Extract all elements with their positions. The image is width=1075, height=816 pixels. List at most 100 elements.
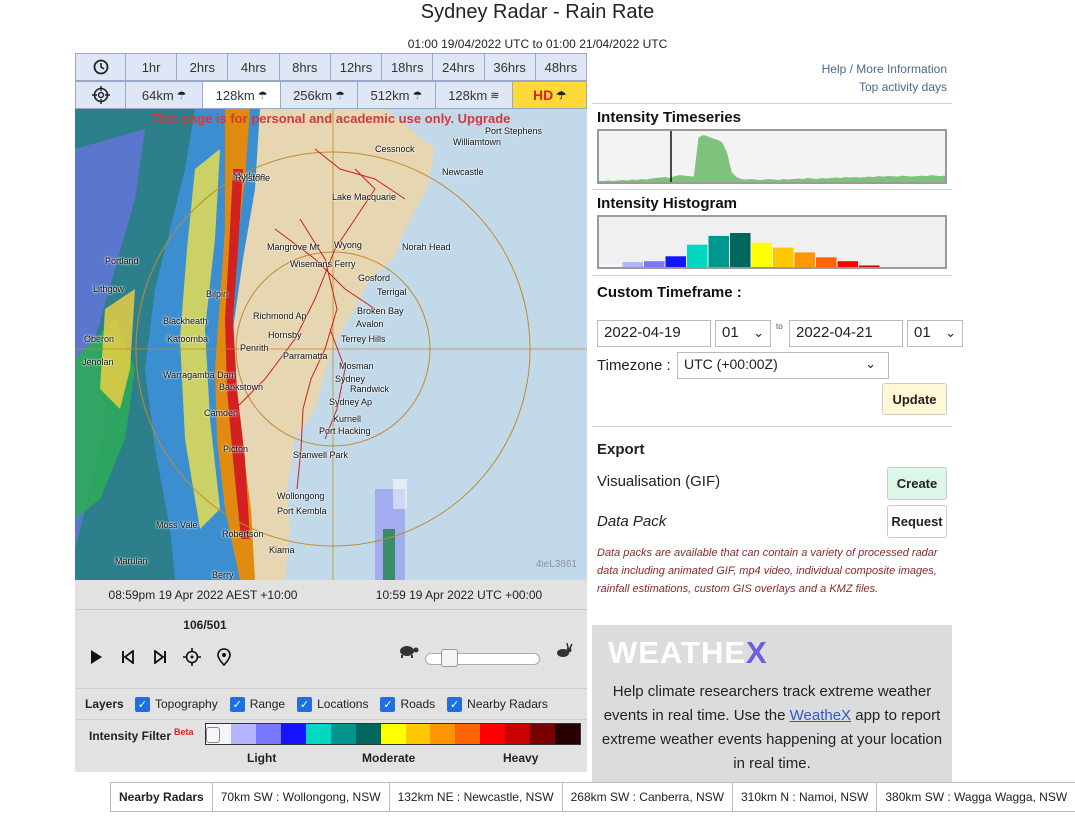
radar-map[interactable]: This page is for personal and academic u… — [75, 109, 587, 580]
logo-text: WEATHE — [608, 635, 747, 670]
map-place-label: Broken Bay — [357, 306, 404, 316]
timezone-label: Timezone : — [597, 357, 671, 374]
map-place-label: Randwick — [350, 384, 390, 394]
play-icon[interactable] — [83, 644, 109, 670]
intensity-color-bar[interactable] — [205, 723, 581, 745]
request-button[interactable]: Request — [887, 505, 947, 538]
crosshair-icon[interactable] — [179, 644, 205, 670]
map-place-label: Terrigal — [377, 287, 407, 297]
time-button-48hrs[interactable]: 48hrs — [536, 54, 586, 80]
layer-nearby-radars[interactable]: ✓ Nearby Radars — [447, 696, 548, 712]
histogram-bar — [794, 252, 815, 267]
histogram-bar — [601, 264, 622, 267]
speed-slider-handle[interactable] — [441, 649, 458, 667]
from-date-input[interactable]: 2022-04-19 — [597, 320, 711, 347]
range-buttons: 64km ☂ 128km ☂ 256km ☂ 512km ☂ 128km ≋ HD ☂ — [75, 81, 587, 109]
layers-label: Layers — [85, 697, 124, 711]
location-pin-icon[interactable] — [211, 644, 237, 670]
map-place-label: Blackheath — [163, 316, 208, 326]
update-button[interactable]: Update — [882, 383, 947, 415]
checkbox-checked-icon[interactable]: ✓ — [135, 696, 150, 712]
to-date-input[interactable]: 2022-04-21 — [789, 320, 903, 347]
intensity-timeseries-chart[interactable] — [597, 129, 947, 184]
histogram-graphic — [601, 233, 880, 267]
weathex-ad[interactable]: WEATHEX Help climate researchers track e… — [592, 625, 952, 782]
filter-color-swatch — [405, 724, 431, 744]
weathex-link[interactable]: WeatheX — [790, 707, 851, 724]
local-time: 08:59pm 19 Apr 2022 AEST +10:00 — [108, 587, 298, 602]
divider — [592, 103, 952, 104]
beta-badge: Beta — [174, 727, 194, 737]
map-place-label: Terrey Hills — [341, 334, 386, 344]
map-place-label: Moss Vale — [156, 520, 198, 530]
histogram-bar — [665, 256, 686, 267]
time-button-36hrs[interactable]: 36hrs — [485, 54, 536, 80]
usage-notice[interactable]: This page is for personal and academic u… — [75, 111, 587, 126]
checkbox-checked-icon[interactable]: ✓ — [297, 696, 313, 712]
hd-button[interactable]: HD ☂ — [513, 82, 587, 108]
layer-roads[interactable]: ✓ Roads — [380, 696, 436, 712]
layer-label: Range — [249, 697, 286, 711]
layer-topography[interactable]: ✓ Topography — [135, 696, 218, 712]
help-link[interactable]: Help / More Information — [822, 60, 947, 78]
data-pack-label: Data Pack — [597, 513, 667, 530]
histogram-bar — [730, 233, 751, 267]
to-hour-select[interactable]: 01 ⌄ — [907, 320, 963, 347]
map-place-label: Gosford — [358, 273, 391, 283]
step-back-icon[interactable] — [115, 644, 141, 670]
map-place-label: Lake Macquarie — [332, 192, 397, 202]
top-activity-link[interactable]: Top activity days — [822, 78, 947, 96]
scale-moderate: Moderate — [362, 751, 416, 765]
time-button-1hr[interactable]: 1hr — [126, 54, 178, 80]
data-pack-note: Data packs are available that can contai… — [597, 547, 938, 595]
filter-color-swatch — [455, 724, 481, 744]
time-button-12hrs[interactable]: 12hrs — [331, 54, 383, 80]
filter-color-swatch — [230, 724, 256, 744]
radar-panel: 1hr 2hrs 4hrs 8hrs 12hrs 18hrs 24hrs 36h… — [75, 53, 587, 772]
range-button-128km[interactable]: 128km ☂ — [203, 82, 281, 108]
nearby-radar-newcastle[interactable]: 132km NE : Newcastle, NSW — [390, 783, 563, 811]
intensity-histogram-chart — [597, 215, 947, 269]
create-button[interactable]: Create — [887, 467, 947, 500]
map-place-label: Port Kembla — [277, 506, 327, 516]
histogram-bar — [644, 261, 665, 267]
checkbox-checked-icon[interactable]: ✓ — [447, 696, 463, 712]
range-button-64km[interactable]: 64km ☂ — [126, 82, 204, 108]
checkbox-checked-icon[interactable]: ✓ — [229, 696, 245, 712]
map-place-label: Lithgow — [93, 284, 125, 294]
intensity-filter: Intensity Filter Beta Light Moderate Heav… — [75, 719, 587, 772]
range-button-512km[interactable]: 512km ☂ — [358, 82, 436, 108]
layer-locations[interactable]: ✓ Locations — [297, 696, 368, 712]
nearby-radar-namoi[interactable]: 310km N : Namoi, NSW — [733, 783, 878, 811]
nearby-radar-wollongong[interactable]: 70km SW : Wollongong, NSW — [213, 783, 390, 811]
map-place-label: Picton — [223, 444, 249, 454]
range-button-128km-wind[interactable]: 128km ≋ — [436, 82, 514, 108]
nearby-radar-canberra[interactable]: 268km SW : Canberra, NSW — [563, 783, 733, 811]
time-button-18hrs[interactable]: 18hrs — [382, 54, 434, 80]
from-hour-select[interactable]: 01 ⌄ — [715, 320, 771, 347]
export-title: Export — [597, 441, 645, 458]
custom-timeframe-title: Custom Timeframe : — [597, 284, 742, 301]
to-hour-value: 01 — [914, 324, 931, 341]
from-hour-value: 01 — [722, 324, 739, 341]
crosshair-globe-icon — [76, 82, 126, 108]
time-button-8hrs[interactable]: 8hrs — [280, 54, 331, 80]
filter-color-swatch — [555, 724, 581, 744]
layer-label: Roads — [400, 697, 436, 711]
timezone-select[interactable]: UTC (+00:00Z) ⌄ — [677, 352, 889, 379]
intensity-filter-handle[interactable] — [206, 727, 220, 743]
side-panel: Intensity Timeseries Intensity Histogram… — [592, 103, 963, 595]
checkbox-checked-icon[interactable]: ✓ — [380, 696, 396, 712]
step-forward-icon[interactable] — [147, 644, 173, 670]
range-button-256km[interactable]: 256km ☂ — [281, 82, 359, 108]
layer-range[interactable]: ✓ Range — [229, 696, 286, 712]
scale-light: Light — [247, 751, 277, 765]
rain-cloud-icon: ☂ — [335, 89, 345, 102]
nearby-radar-wagga-wagga[interactable]: 380km SW : Wagga Wagga, NSW — [877, 783, 1075, 811]
time-button-24hrs[interactable]: 24hrs — [433, 54, 485, 80]
time-button-2hrs[interactable]: 2hrs — [177, 54, 229, 80]
time-button-4hrs[interactable]: 4hrs — [228, 54, 280, 80]
radar-map-graphic — [75, 109, 587, 580]
map-place-label: Berry — [212, 570, 234, 580]
map-place-label: Bilpin — [206, 289, 229, 299]
